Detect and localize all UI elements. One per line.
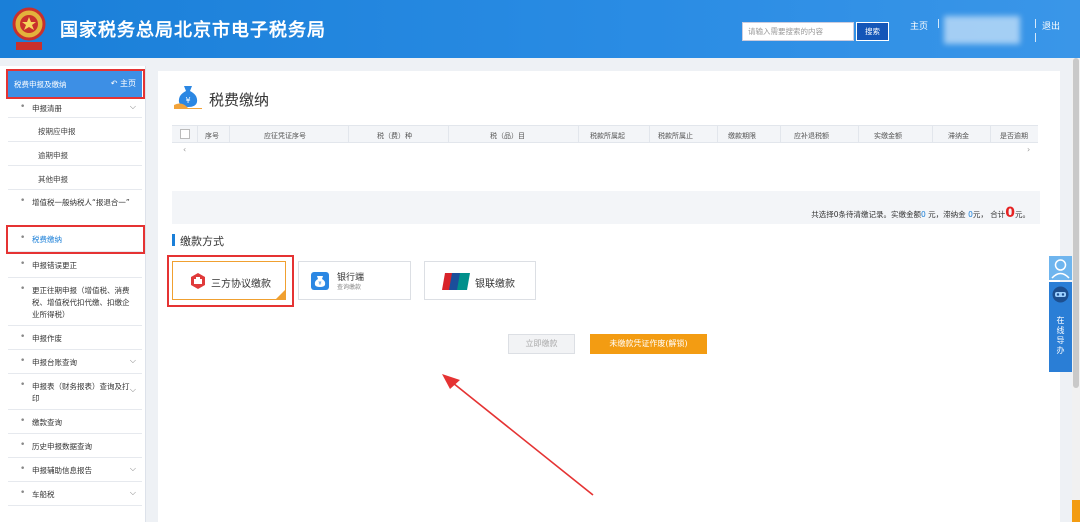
column-header: 是否逾期 <box>1000 132 1028 140</box>
sidebar-subitem-other[interactable]: 其他申报 <box>8 166 142 190</box>
highlight-box <box>167 255 294 307</box>
chevron-down-icon: ⌵ <box>129 102 136 111</box>
sidebar-item-ledger-query[interactable]: • 申报台账查询 ⌵ <box>8 350 142 374</box>
sidebar-item-aux-report[interactable]: • 申报辅助信息报告 ⌵ <box>8 458 142 482</box>
column-header: 滞纳金 <box>948 132 969 140</box>
page-scrollbar[interactable] <box>1072 58 1080 522</box>
bullet-icon: • <box>20 488 26 498</box>
column-header: 应征凭证序号 <box>264 132 306 140</box>
home-link[interactable]: 主页 <box>910 19 928 32</box>
payment-section-title: 缴款方式 <box>180 235 224 248</box>
bullet-icon: • <box>20 440 26 450</box>
bullet-icon: • <box>20 416 26 426</box>
column-header: 缴款期限 <box>728 132 756 140</box>
online-guide-panel[interactable]: 在 线 导 办 <box>1049 282 1072 372</box>
select-all-checkbox[interactable] <box>180 129 190 139</box>
user-name-redacted <box>944 16 1020 44</box>
column-header: 税（费）种 <box>377 132 412 140</box>
robot-assistant-icon <box>1052 286 1069 303</box>
column-header: 应补退税额 <box>794 132 829 140</box>
chevron-down-icon: ⌵ <box>129 464 136 473</box>
pay-now-button[interactable]: 立即缴款 <box>508 334 575 354</box>
site-title: 国家税务总局北京市电子税务局 <box>60 20 326 41</box>
sidebar-item-history[interactable]: • 历史申报数据查询 <box>8 434 142 458</box>
page-title: 税费缴纳 <box>209 91 270 109</box>
bullet-icon: • <box>20 464 26 474</box>
top-header: 国家税务总局北京市电子税务局 请输入需要搜索的内容 搜索 主页 | | 退出 | <box>0 0 1080 58</box>
bullet-icon: • <box>20 380 26 390</box>
chevron-left-icon[interactable]: ‹ <box>183 145 186 154</box>
column-header: 实缴金额 <box>874 132 902 140</box>
sidebar-item-vehicle-tax[interactable]: • 车船税 ⌵ <box>8 482 142 506</box>
bank-icon: ¥ <box>311 272 329 290</box>
table-header: 序号 应征凭证序号 税（费）种 税（品）目 税款所属起 税款所属止 缴款期限 应… <box>172 125 1038 143</box>
column-header: 税款所属起 <box>590 132 625 140</box>
chevron-right-icon[interactable]: › <box>1027 145 1030 154</box>
chevron-down-icon: ⌵ <box>129 488 136 497</box>
nav-separator: | <box>1034 33 1038 43</box>
corner-badge <box>1072 500 1080 522</box>
unionpay-logo-icon <box>442 273 470 290</box>
column-header: 税款所属止 <box>658 132 693 140</box>
payment-method-unionpay[interactable]: 银联缴款 <box>424 261 536 300</box>
bullet-icon: • <box>20 332 26 342</box>
sidebar-item-report-query[interactable]: • 申报表（财务报表）查询及打印 ⌵ <box>8 374 142 410</box>
summary-text: 共选择0条待清缴记录。实缴金额0 元，滞纳金 0元， 合计0元。 <box>811 205 1030 221</box>
main-panel: ¥ 税费缴纳 序号 应征凭证序号 税（费）种 税（品）目 税款所属起 税款所属止… <box>158 71 1060 522</box>
section-accent-bar <box>172 234 175 246</box>
sidebar-item-void[interactable]: • 申报作废 <box>8 326 142 350</box>
sidebar-item-vat-refund[interactable]: • 增值税一般纳税人“报退合一” <box>8 190 142 226</box>
highlight-box <box>6 69 145 99</box>
summary-bar: 共选择0条待清缴记录。实缴金额0 元，滞纳金 0元， 合计0元。 <box>172 191 1040 224</box>
sidebar: 税费申报及缴纳 ↶ 主页 • 申报清册 ⌵ 按期应申报 逾期申报 其他申报 • … <box>0 66 146 522</box>
highlight-box <box>6 225 145 254</box>
sidebar-item-payment-query[interactable]: • 缴款查询 <box>8 410 142 434</box>
sidebar-subitem-periodic[interactable]: 按期应申报 <box>8 118 142 142</box>
chevron-down-icon: ⌵ <box>129 356 136 365</box>
money-bag-icon: ¥ <box>174 86 202 109</box>
bullet-icon: • <box>20 102 26 112</box>
column-header: 序号 <box>205 132 219 140</box>
scrollbar-thumb[interactable] <box>1073 58 1079 388</box>
customer-service-avatar-icon[interactable] <box>1049 256 1072 280</box>
svg-text:¥: ¥ <box>185 96 190 105</box>
sidebar-subitem-overdue[interactable]: 逾期申报 <box>8 142 142 166</box>
bullet-icon: • <box>20 196 26 206</box>
svg-text:¥: ¥ <box>318 281 321 287</box>
column-header: 税（品）目 <box>490 132 525 140</box>
search-input[interactable]: 请输入需要搜索的内容 <box>742 22 854 41</box>
nav-separator: | <box>937 19 941 29</box>
nav-separator: | <box>1034 19 1038 29</box>
national-emblem-icon <box>12 7 46 50</box>
online-guide-label: 在 线 导 办 <box>1056 316 1065 355</box>
bullet-icon: • <box>20 356 26 366</box>
void-unpaid-voucher-button[interactable]: 未缴款凭证作废(解锁) <box>590 334 707 354</box>
sidebar-item-declaration-list[interactable]: • 申报清册 ⌵ <box>8 98 142 118</box>
sidebar-item-correction[interactable]: • 申报错误更正 <box>8 252 142 278</box>
bullet-icon: • <box>20 284 26 294</box>
chevron-down-icon: ⌵ <box>129 385 136 394</box>
total-amount: 0 <box>1005 205 1015 221</box>
sidebar-item-past-correction[interactable]: • 更正往期申报（增值税、消费税、增值税代扣代缴、扣缴企业所得税） <box>8 278 142 326</box>
bullet-icon: • <box>20 259 26 269</box>
logout-link[interactable]: 退出 <box>1042 19 1060 32</box>
payment-method-bank[interactable]: ¥ 银行端 查询缴款 <box>298 261 411 300</box>
search-button[interactable]: 搜索 <box>856 22 889 41</box>
red-annotation-arrow-icon <box>442 374 594 496</box>
